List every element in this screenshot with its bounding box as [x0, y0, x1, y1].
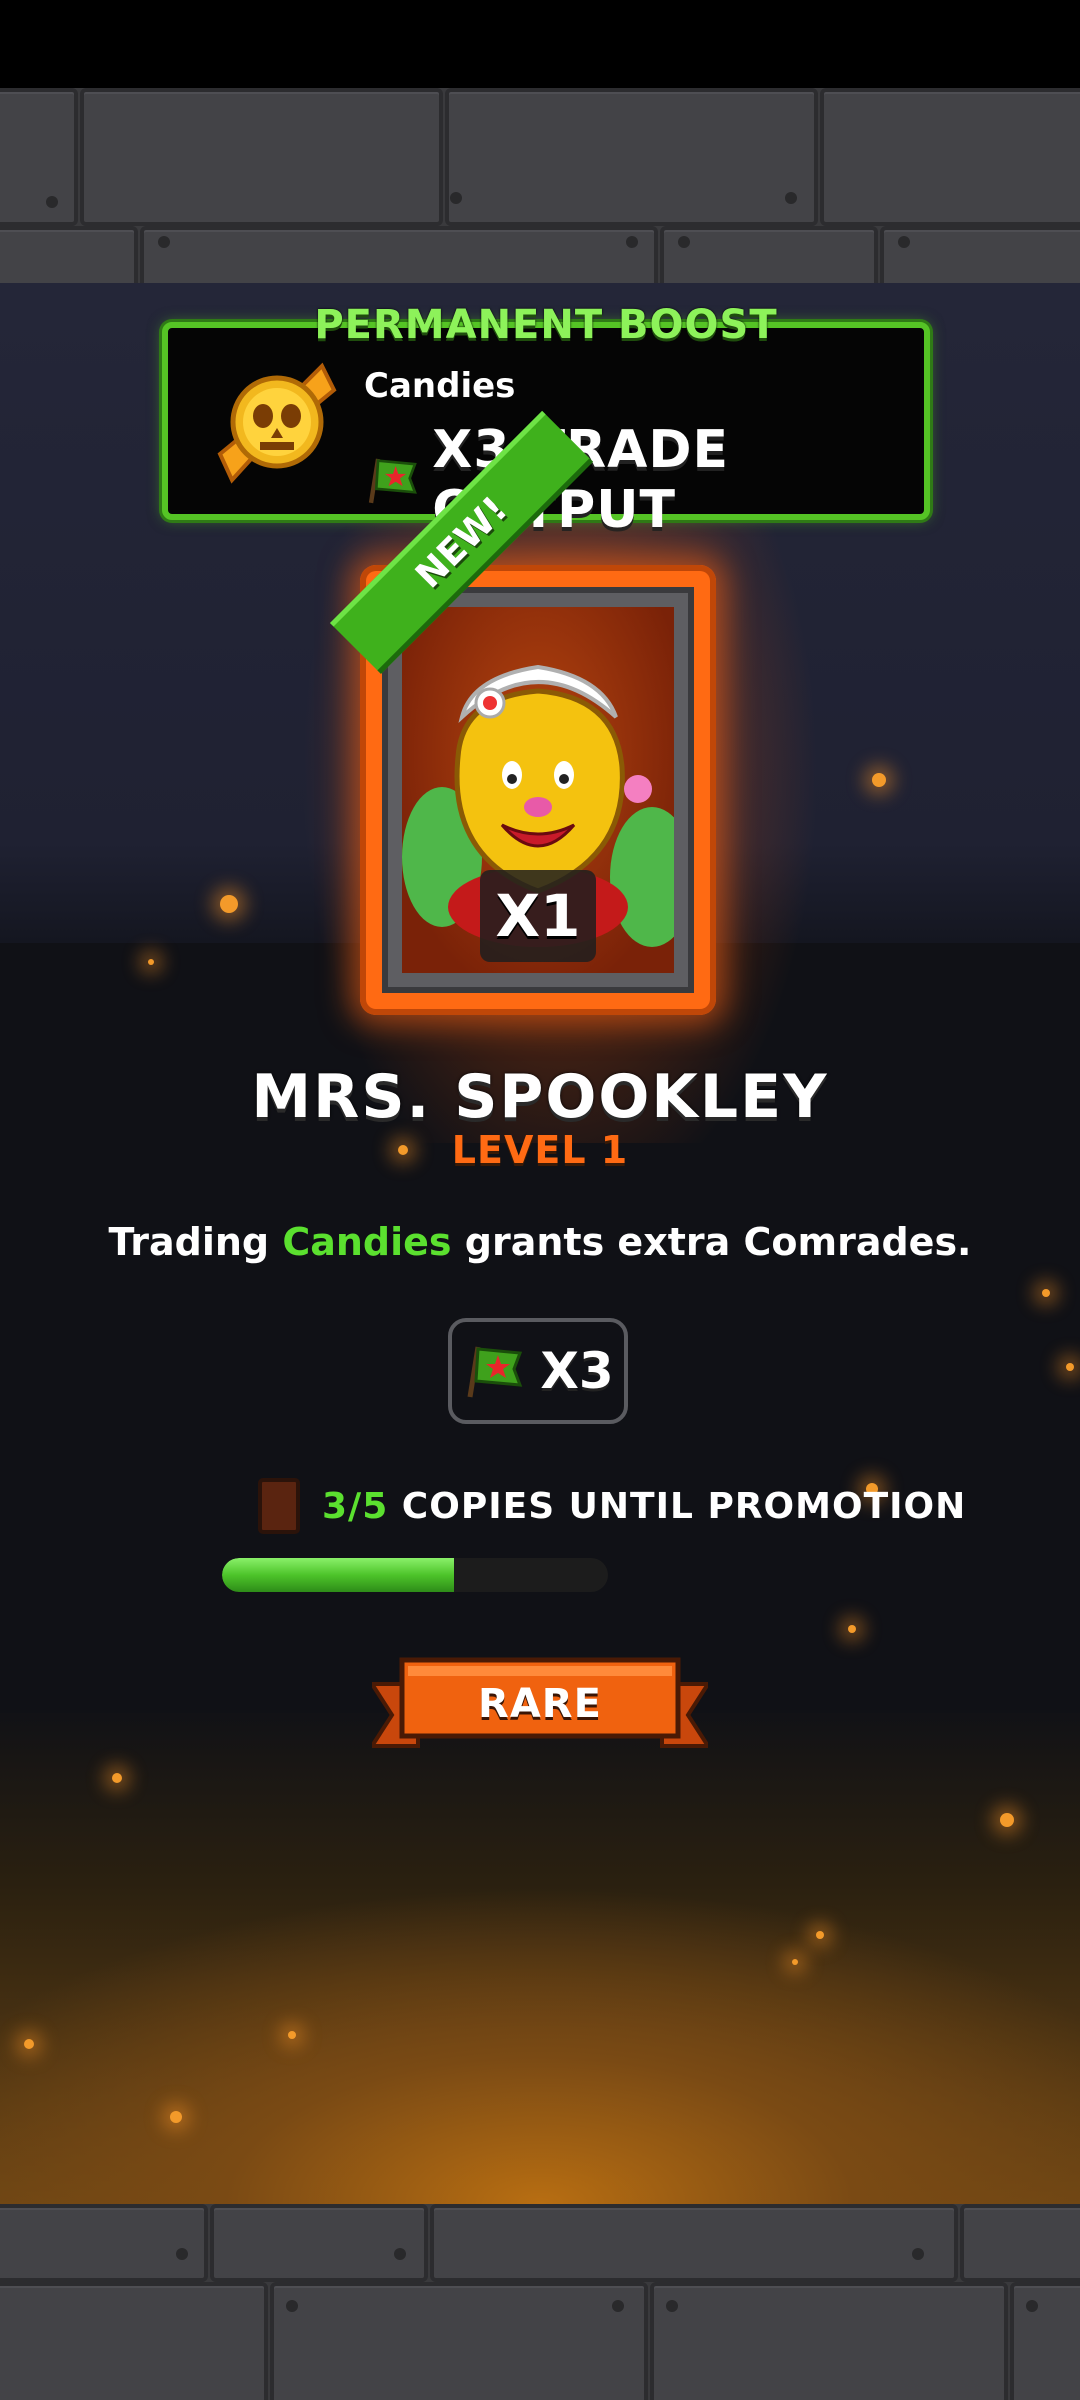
stone-wall-bottom [0, 2204, 1080, 2400]
boost-title: PERMANENT BOOST [314, 302, 778, 348]
ember [1000, 1813, 1014, 1827]
ember [112, 1773, 122, 1783]
card-copies-icon [258, 1478, 300, 1534]
ability-description: Trading Candies grants extra Comrades. [0, 1220, 1080, 1264]
rarity-banner: RARE [368, 1654, 712, 1754]
ember [220, 895, 238, 913]
boost-resource: Candies [364, 366, 516, 406]
card-count: X1 [480, 870, 596, 962]
ember [1042, 1289, 1050, 1297]
red-star-flag-icon [467, 1346, 523, 1398]
ember [792, 1959, 798, 1965]
promotion-count: 3/5 [322, 1485, 389, 1527]
promotion-progress-bar [222, 1558, 608, 1592]
rarity-label: RARE [478, 1681, 602, 1727]
stone-wall-top [0, 88, 1080, 283]
ember [816, 1931, 824, 1939]
description-suffix: grants extra Comrades. [464, 1220, 972, 1264]
description-prefix: Trading [108, 1220, 270, 1264]
character-name: MRS. SPOOKLEY [251, 1062, 829, 1132]
red-star-flag-icon [368, 458, 417, 504]
promotion-progress-fill [222, 1558, 454, 1592]
ember [24, 2039, 34, 2049]
ember [288, 2031, 296, 2039]
ember [848, 1625, 856, 1633]
description-highlight: Candies [282, 1220, 452, 1264]
ember [1066, 1363, 1074, 1371]
ember [170, 2111, 182, 2123]
promotion-status: 3/5 COPIES UNTIL PROMOTION [258, 1478, 966, 1534]
ember [148, 959, 154, 965]
ember [872, 773, 886, 787]
multiplier-value: X3 [540, 1342, 614, 1400]
promotion-text: 3/5 COPIES UNTIL PROMOTION [322, 1486, 966, 1527]
status-bar [0, 0, 1080, 88]
multiplier-box: X3 [448, 1318, 628, 1424]
character-level: LEVEL 1 [451, 1128, 629, 1172]
promotion-label: COPIES UNTIL PROMOTION [401, 1485, 967, 1527]
skull-candy-icon [217, 362, 337, 484]
